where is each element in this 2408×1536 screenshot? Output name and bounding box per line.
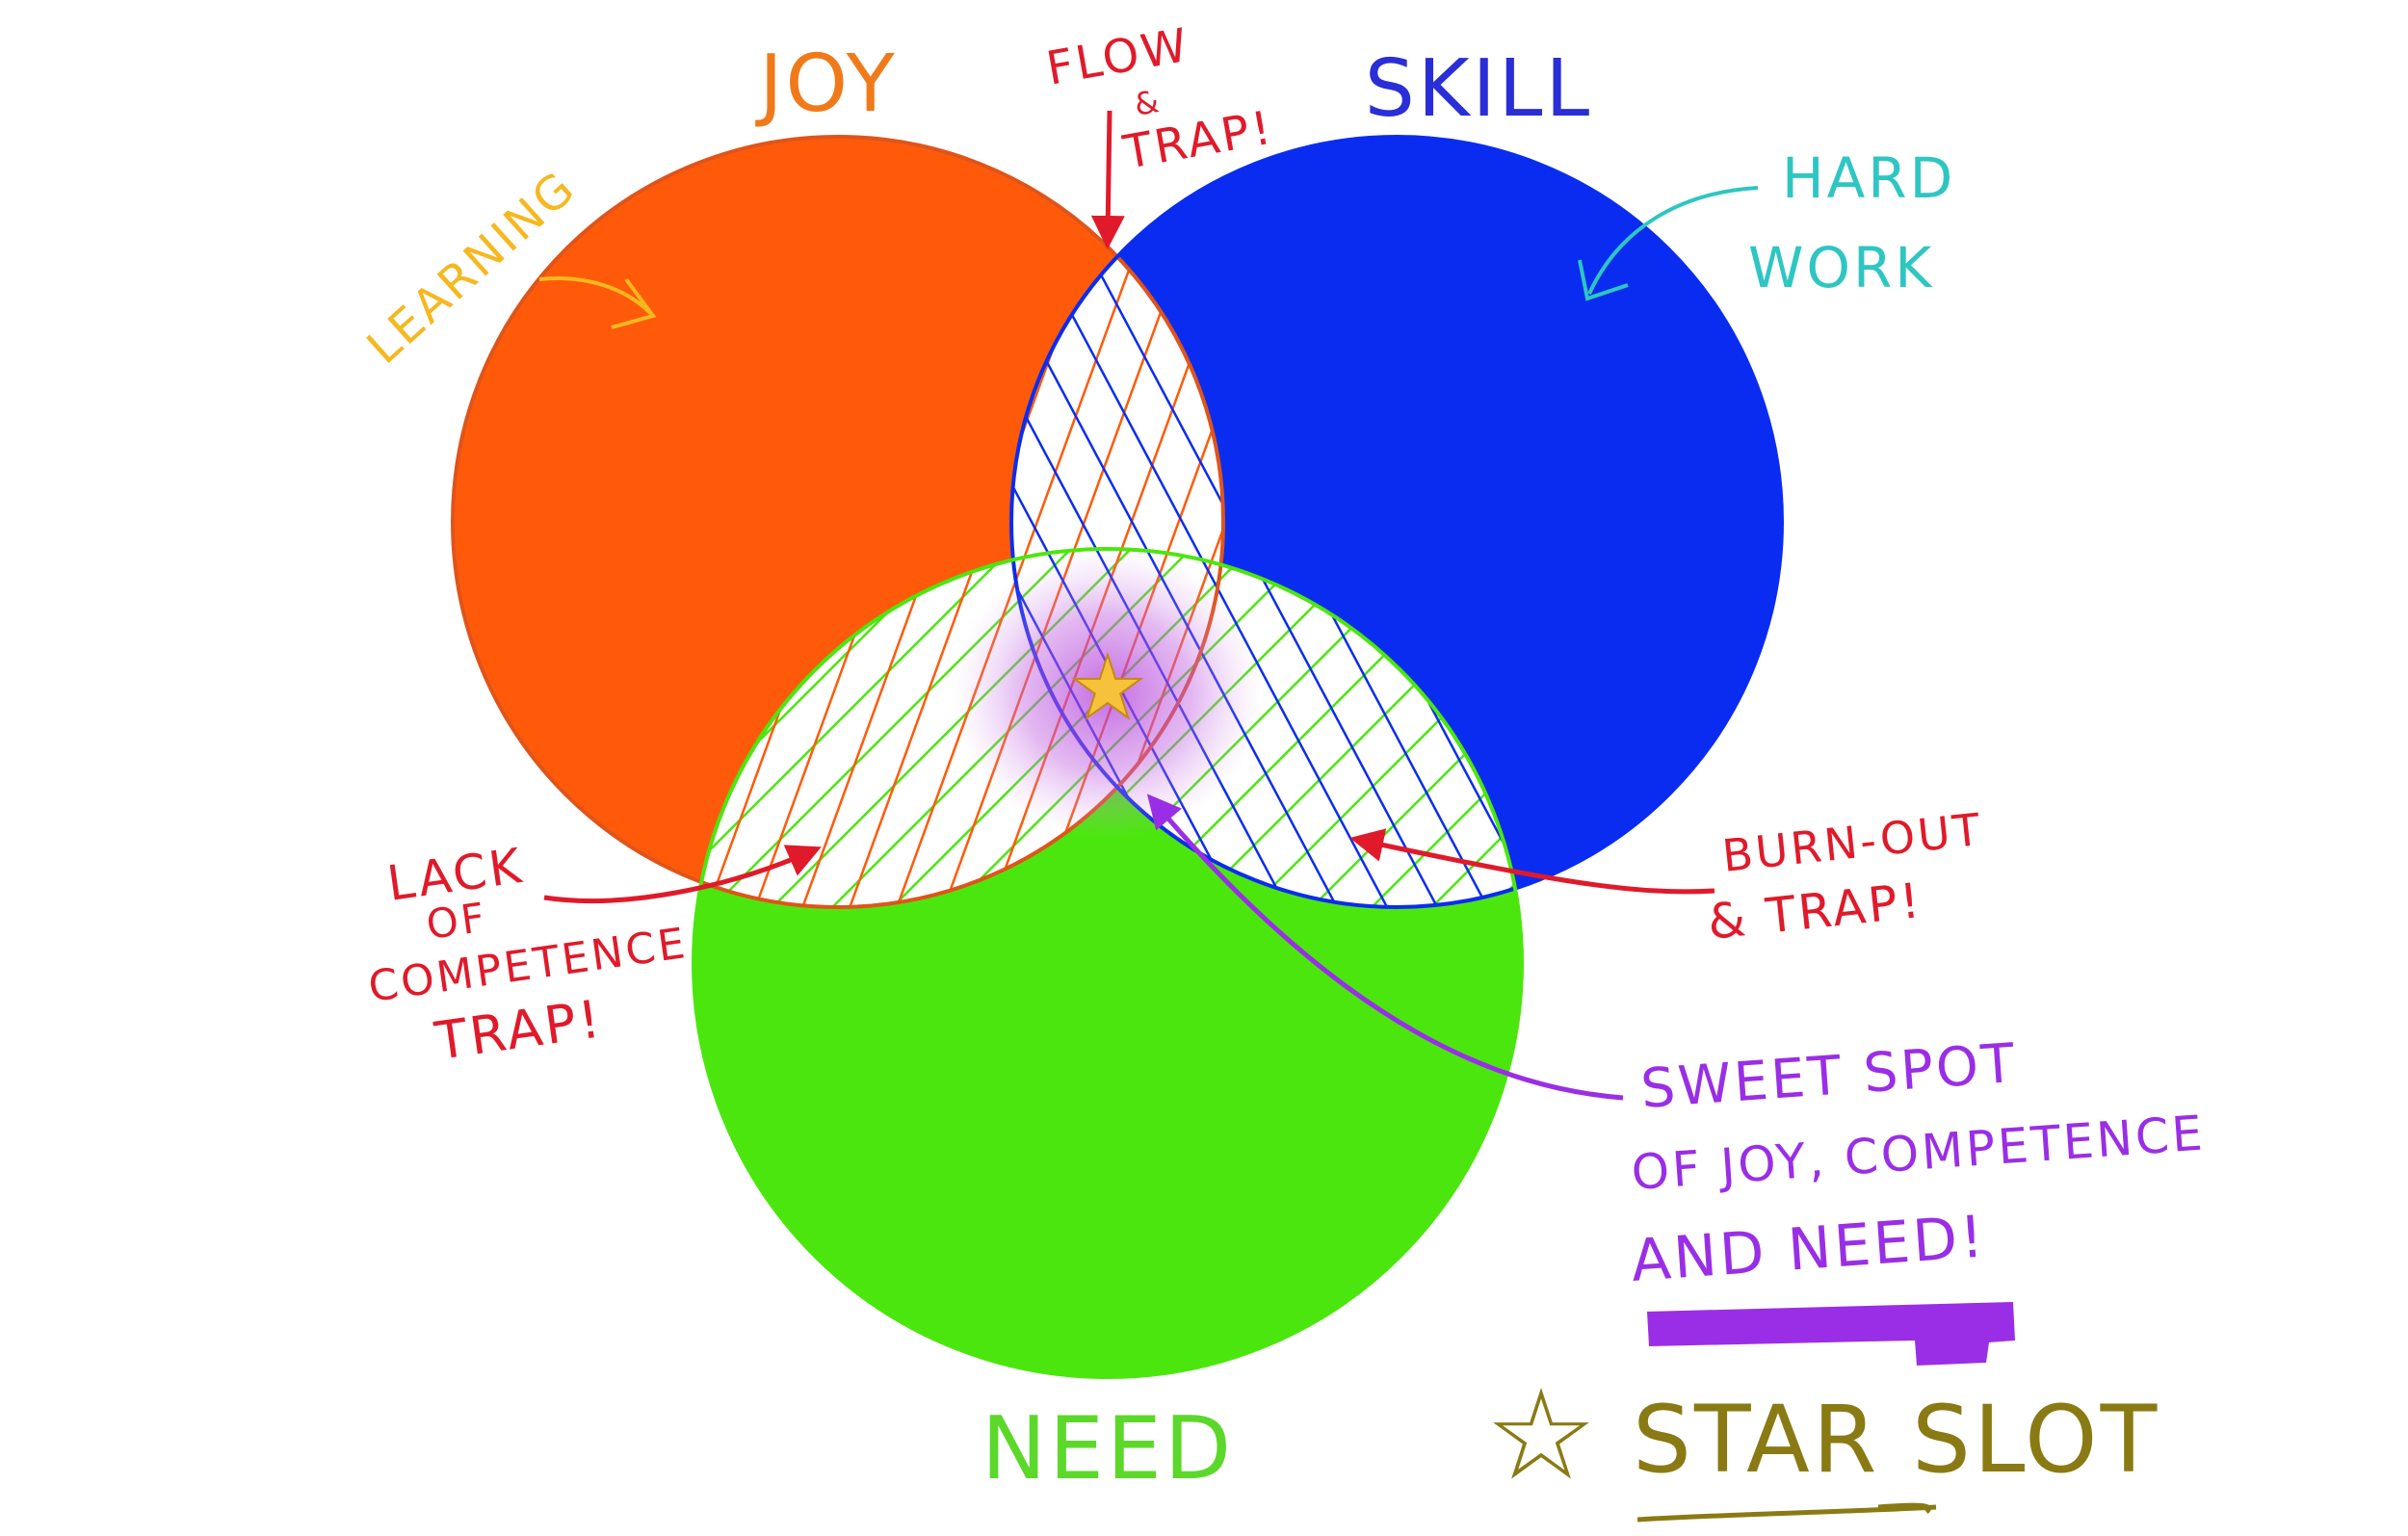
- hard-work-line-1: HARD: [1782, 145, 1955, 211]
- sweet-spot-line-2: OF JOY, COMPETENCE: [1630, 1105, 2207, 1200]
- hard-work-line-2: WORK: [1748, 235, 1934, 300]
- lack-line-2: OF: [424, 894, 490, 949]
- venn-diagram: ★ JOY SKILL NEED LEARNING HARD WORK FLOW…: [357, 18, 2207, 1523]
- burn-out-line-1: BURN-OUT: [1720, 803, 1986, 882]
- center-star-icon: ★: [1069, 638, 1147, 739]
- flow-trap-line-1: FLOW: [1042, 18, 1193, 96]
- sweet-spot-line-3: AND NEED!: [1629, 1203, 1988, 1295]
- star-slot-label: STAR SLOT: [1633, 1386, 2159, 1494]
- flow-trap-arrow-icon: [1090, 110, 1125, 249]
- flow-trap-line-2: &: [1132, 83, 1165, 123]
- sweet-spot-highlight: [1647, 1302, 2015, 1366]
- sweet-spot-line-1: SWEET SPOT: [1638, 1032, 2019, 1121]
- skill-label: SKILL: [1365, 43, 1592, 135]
- joy-label: JOY: [754, 39, 897, 130]
- burn-out-line-2: & TRAP!: [1705, 872, 1924, 950]
- need-label: NEED: [982, 1398, 1234, 1499]
- star-slot-star-icon: ☆: [1485, 1362, 1598, 1508]
- star-slot-underline: [1636, 1502, 1937, 1523]
- lack-line-4: TRAP!: [431, 988, 607, 1072]
